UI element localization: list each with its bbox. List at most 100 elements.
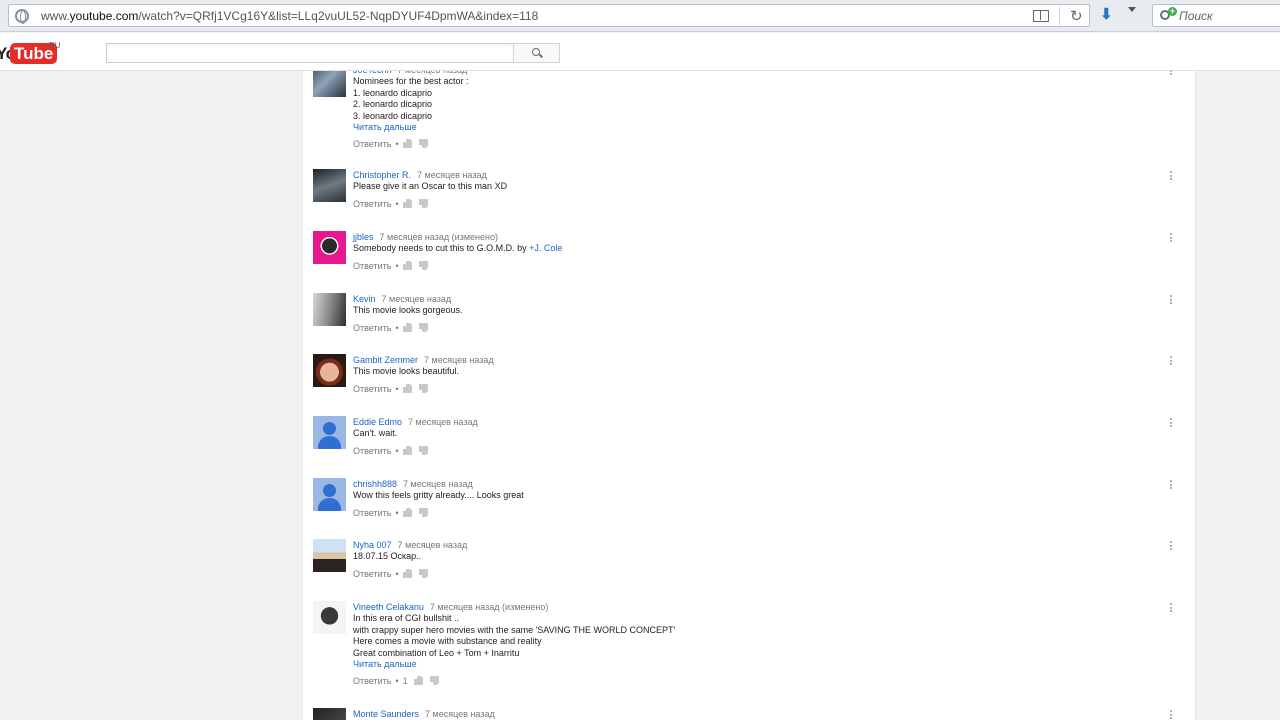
search-engine-icon[interactable]: +	[1160, 7, 1177, 22]
comment-actions: Ответить • 1	[353, 675, 1133, 687]
comment-author[interactable]: Christopher R.	[353, 170, 411, 180]
comment-time[interactable]: 7 месяцев назад (изменено)	[380, 232, 498, 242]
comments-panel: JoeTechn7 месяцев назадNominees for the …	[303, 71, 1195, 720]
thumbs-up-icon[interactable]	[413, 676, 423, 685]
more-options-icon[interactable]	[1170, 418, 1172, 428]
more-options-icon[interactable]	[1170, 480, 1172, 490]
comment-time[interactable]: 7 месяцев назад	[382, 294, 452, 304]
comment-time[interactable]: 7 месяцев назад	[398, 71, 468, 75]
separator-dot: •	[395, 445, 399, 456]
address-bar[interactable]: www.youtube.com/watch?v=QRfj1VCg16Y&list…	[8, 4, 1090, 27]
comment-body: jjbles 7 месяцев назад (изменено) Somebody…	[353, 231, 1133, 272]
more-options-icon[interactable]	[1170, 233, 1172, 243]
comment-author[interactable]: Eddie Edmo	[353, 417, 402, 427]
avatar[interactable]	[313, 293, 346, 326]
comment-time[interactable]: 7 месяцев назад	[403, 479, 473, 489]
comment-author[interactable]: chrishh888	[353, 479, 397, 489]
comment-text: 3. leonardo dicaprio	[353, 110, 433, 121]
comment-author[interactable]: Nyha 007	[353, 540, 392, 550]
comment-meta: Vineeth Celakanu 7 месяцев назад (изменен…	[353, 601, 1133, 613]
avatar[interactable]	[313, 601, 346, 634]
comment-author[interactable]: JoeTechn	[353, 71, 392, 75]
more-options-icon[interactable]	[1170, 710, 1172, 720]
comment-meta: Kevin 7 месяцев назад	[353, 293, 1133, 305]
comment-time[interactable]: 7 месяцев назад	[408, 417, 478, 427]
comment-time[interactable]: 7 месяцев назад	[425, 709, 495, 719]
avatar[interactable]	[313, 478, 346, 511]
thumbs-up-icon[interactable]	[402, 139, 412, 148]
comment-time[interactable]: 7 месяцев назад (изменено)	[430, 602, 548, 612]
thumbs-down-icon[interactable]	[418, 383, 428, 393]
comment-author[interactable]: Monte Saunders	[353, 709, 419, 719]
like-count: 1	[402, 676, 408, 686]
thumbs-down-icon[interactable]	[418, 198, 428, 208]
comment-time[interactable]: 7 месяцев назад	[398, 540, 468, 550]
comment-time[interactable]: 7 месяцев назад	[424, 355, 494, 365]
search-button[interactable]	[513, 43, 560, 63]
comment-text: 2. leonardo dicaprio	[353, 99, 433, 109]
browser-toolbar: www.youtube.com/watch?v=QRfj1VCg16Y&list…	[0, 0, 1280, 32]
avatar[interactable]	[313, 539, 346, 572]
comment-body: JoeTechn 7 месяцев назадNominees for the …	[353, 71, 1133, 150]
comment-body: Gambit Zemmer 7 месяцев назад This movie l…	[353, 354, 1133, 395]
thumbs-down-icon[interactable]	[418, 260, 428, 270]
thumbs-up-icon[interactable]	[402, 507, 412, 517]
reader-view-icon[interactable]	[1033, 10, 1049, 22]
comment-text: This movie looks beautiful.	[353, 366, 460, 376]
thumbs-up-icon[interactable]	[402, 568, 412, 578]
avatar[interactable]	[313, 169, 346, 202]
comment-text: Can't. wait.	[353, 428, 398, 438]
comment-time[interactable]: 7 месяцев назад	[417, 170, 487, 180]
avatar[interactable]	[313, 231, 346, 264]
comment-author[interactable]: Gambit Zemmer	[353, 355, 418, 365]
reload-icon[interactable]: ↻	[1070, 7, 1083, 25]
thumbs-down-icon[interactable]	[418, 507, 428, 517]
more-options-icon[interactable]	[1170, 295, 1172, 305]
comment-meta: Gambit Zemmer 7 месяцев назад	[353, 354, 1133, 366]
reply-button[interactable]: Ответить	[353, 384, 391, 394]
comment-actions: Ответить •	[353, 568, 1133, 580]
url-text[interactable]: www.youtube.com/watch?v=QRfj1VCg16Y&list…	[41, 9, 538, 23]
mention-link[interactable]: +J. Cole	[529, 243, 562, 253]
thumbs-down-icon[interactable]	[418, 445, 428, 455]
more-options-icon[interactable]	[1170, 603, 1172, 613]
comment-meta: Monte Saunders 7 месяцев назад	[353, 708, 1133, 720]
thumbs-up-icon[interactable]	[402, 445, 412, 455]
avatar[interactable]	[313, 354, 346, 387]
thumbs-up-icon[interactable]	[402, 260, 412, 270]
thumbs-down-icon[interactable]	[418, 568, 428, 578]
comment-author[interactable]: Kevin	[353, 294, 376, 304]
avatar[interactable]	[313, 71, 346, 97]
browser-search-input[interactable]: + Поиск	[1152, 4, 1280, 27]
youtube-header: You Tube RU	[0, 33, 1280, 71]
reply-button[interactable]: Ответить	[353, 199, 391, 209]
thumbs-down-icon[interactable]	[418, 322, 428, 332]
thumbs-up-icon[interactable]	[402, 322, 412, 332]
more-options-icon[interactable]	[1170, 171, 1172, 181]
reply-button[interactable]: Ответить	[353, 261, 391, 271]
download-icon[interactable]: ⬇	[1100, 5, 1113, 23]
thumbs-down-icon[interactable]	[429, 676, 439, 685]
thumbs-up-icon[interactable]	[402, 198, 412, 208]
chevron-down-icon[interactable]	[1128, 7, 1136, 12]
reply-button[interactable]: Ответить	[353, 676, 391, 686]
comment-author[interactable]: Vineeth Celakanu	[353, 602, 424, 612]
separator-dot: •	[395, 568, 399, 579]
comment-meta: Eddie Edmo 7 месяцев назад	[353, 416, 1133, 428]
thumbs-down-icon[interactable]	[418, 139, 428, 148]
reply-button[interactable]: Ответить	[353, 508, 391, 518]
reply-button[interactable]: Ответить	[353, 569, 391, 579]
comment-author[interactable]: jjbles	[353, 232, 374, 242]
reply-button[interactable]: Ответить	[353, 323, 391, 333]
more-options-icon[interactable]	[1170, 541, 1172, 551]
reply-button[interactable]: Ответить	[353, 446, 391, 456]
reply-button[interactable]: Ответить	[353, 139, 391, 149]
avatar[interactable]	[313, 708, 346, 720]
more-options-icon[interactable]	[1170, 356, 1172, 366]
search-input[interactable]	[106, 43, 514, 63]
avatar[interactable]	[313, 416, 346, 449]
read-more-link[interactable]: Читать дальше	[353, 659, 1133, 670]
thumbs-up-icon[interactable]	[402, 383, 412, 393]
more-options-icon[interactable]	[1170, 71, 1172, 76]
read-more-link[interactable]: Читать дальше	[353, 122, 1133, 133]
